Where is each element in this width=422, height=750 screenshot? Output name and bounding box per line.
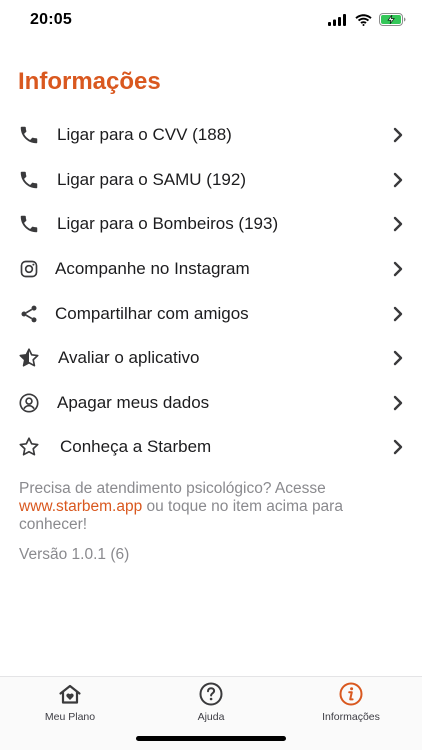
tab-label: Meu Plano bbox=[44, 711, 96, 723]
phone-icon bbox=[17, 123, 41, 147]
menu-item-delete-data[interactable]: Apagar meus dados bbox=[0, 381, 422, 426]
menu-item-call-bombeiros[interactable]: Ligar para o Bombeiros (193) bbox=[0, 202, 422, 247]
info-text-before: Precisa de atendimento psicológico? Aces… bbox=[19, 480, 326, 497]
share-icon bbox=[17, 302, 41, 326]
tab-ajuda[interactable]: Ajuda bbox=[161, 681, 261, 723]
status-time: 20:05 bbox=[30, 11, 72, 28]
home-heart-icon bbox=[59, 684, 81, 704]
chevron-right-icon bbox=[393, 261, 403, 277]
menu-item-instagram[interactable]: Acompanhe no Instagram bbox=[0, 247, 422, 292]
menu-item-call-samu[interactable]: Ligar para o SAMU (192) bbox=[0, 158, 422, 203]
menu-item-label: Ligar para o SAMU (192) bbox=[57, 169, 246, 189]
chevron-right-icon bbox=[393, 440, 403, 455]
menu-item-label: Conheça a Starbem bbox=[60, 437, 212, 457]
info-circle-icon bbox=[339, 682, 363, 706]
menu-item-label: Compartilhar com amigos bbox=[55, 303, 249, 323]
phone-icon bbox=[17, 168, 41, 192]
tab-label: Ajuda bbox=[197, 711, 225, 723]
info-text: Precisa de atendimento psicológico? Aces… bbox=[19, 480, 404, 534]
tab-label: Informações bbox=[322, 711, 380, 723]
menu-item-label: Acompanhe no Instagram bbox=[55, 259, 250, 279]
page-title: Informações bbox=[18, 68, 161, 95]
menu-item-label: Ligar para o CVV (188) bbox=[57, 125, 232, 145]
version-label: Versão 1.0.1 (6) bbox=[19, 546, 130, 563]
chevron-right-icon bbox=[393, 128, 403, 143]
star-half-icon bbox=[17, 346, 41, 370]
wifi-icon bbox=[355, 13, 372, 26]
menu-item-call-cvv[interactable]: Ligar para o CVV (188) bbox=[0, 113, 422, 158]
chevron-right-icon bbox=[393, 217, 403, 232]
tab-informacoes[interactable]: Informações bbox=[301, 681, 401, 723]
home-indicator bbox=[136, 736, 286, 741]
menu-item-about-starbem[interactable]: Conheça a Starbem bbox=[0, 425, 422, 470]
user-circle-icon bbox=[17, 391, 41, 415]
menu-item-label: Avaliar o aplicativo bbox=[58, 348, 200, 368]
tab-meu-plano[interactable]: Meu Plano bbox=[20, 681, 120, 723]
chevron-right-icon bbox=[393, 306, 403, 321]
status-bar: 20:05 bbox=[0, 0, 422, 44]
menu-item-rate-app[interactable]: Avaliar o aplicativo bbox=[0, 336, 422, 381]
starbem-link[interactable]: www.starbem.app bbox=[19, 498, 142, 515]
status-icons bbox=[328, 13, 406, 26]
instagram-icon bbox=[17, 257, 41, 281]
chevron-right-icon bbox=[393, 351, 403, 366]
help-circle-icon bbox=[199, 682, 223, 706]
phone-icon bbox=[17, 212, 41, 236]
menu-item-share[interactable]: Compartilhar com amigos bbox=[0, 291, 422, 336]
chevron-right-icon bbox=[393, 172, 403, 188]
chevron-right-icon bbox=[393, 395, 403, 411]
menu-list: Ligar para o CVV (188) Ligar para o SAMU… bbox=[0, 113, 422, 470]
menu-item-label: Ligar para o Bombeiros (193) bbox=[57, 214, 279, 234]
menu-item-label: Apagar meus dados bbox=[57, 392, 210, 412]
cellular-signal-icon bbox=[328, 13, 346, 26]
star-outline-icon bbox=[17, 435, 41, 459]
battery-charging-icon bbox=[379, 13, 406, 26]
